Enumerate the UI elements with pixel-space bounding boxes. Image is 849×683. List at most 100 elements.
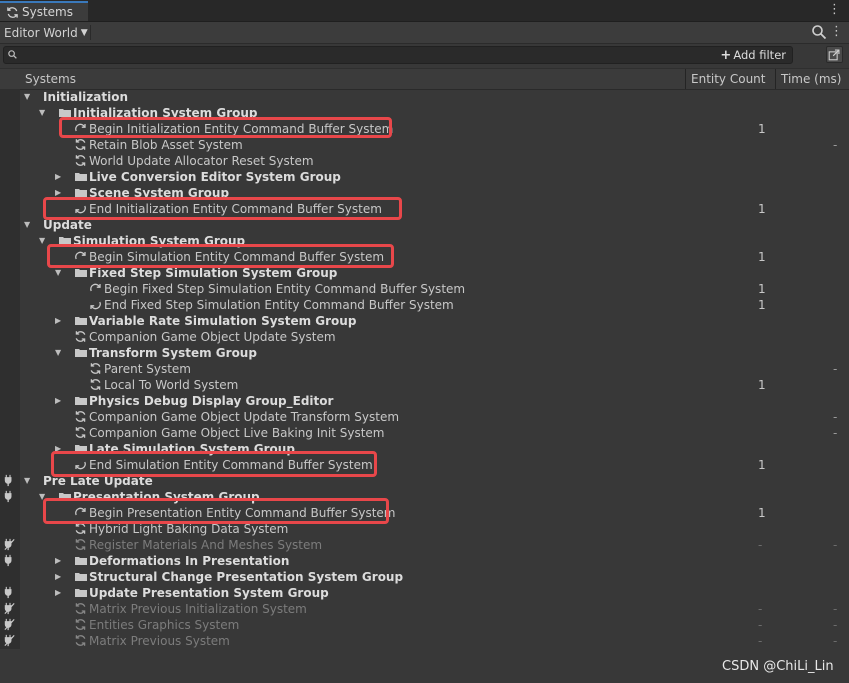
tree-row[interactable]: Local To World System 1 [0,377,849,393]
tree-group-row[interactable]: ▶ Structural Change Presentation System G… [0,569,849,585]
plug-connected-icon[interactable] [4,586,16,599]
expand-arrow-down-icon[interactable]: ▼ [39,108,45,117]
search-icon[interactable] [811,24,827,40]
row-label: Companion Game Object Live Baking Init S… [89,426,385,440]
highlight-annotation-box [47,244,394,268]
expand-arrow-right-icon[interactable]: ▶ [55,572,61,581]
expand-arrow-down-icon[interactable]: ▼ [55,268,61,277]
world-selector-dropdown[interactable]: Editor World ▼ [4,24,88,41]
column-divider[interactable] [685,69,686,89]
tree-group-row[interactable]: ▶ Deformations In Presentation [0,553,849,569]
expand-arrow-right-icon[interactable]: ▶ [55,316,61,325]
tree-row[interactable]: Companion Game Object Live Baking Init S… [0,425,849,441]
folder-icon [75,349,87,357]
tree-row[interactable]: Retain Blob Asset System - [0,137,849,153]
tree-row[interactable]: Companion Game Object Update System [0,329,849,345]
plug-connected-icon[interactable] [4,554,16,567]
tree-group-row[interactable]: ▶ Live Conversion Editor System Group [0,169,849,185]
tree-group-row[interactable]: ▶ Physics Debug Display Group_Editor [0,393,849,409]
column-entity-count[interactable]: Entity Count [691,72,765,86]
entity-count-cell: 1 [758,458,766,472]
plug-connected-icon[interactable] [4,474,16,487]
row-label: Structural Change Presentation System Gr… [89,570,404,584]
expand-arrow-down-icon[interactable]: ▼ [39,236,45,245]
entity-count-cell: 1 [758,122,766,136]
expand-arrow-right-icon[interactable]: ▶ [55,172,61,181]
toolbar-divider [90,25,91,40]
entity-count-cell: 1 [758,202,766,216]
row-label: Matrix Previous Initialization System [89,602,307,616]
row-label: Live Conversion Editor System Group [89,170,341,184]
entity-count-cell: 1 [758,378,766,392]
search-field[interactable]: + Add filter [3,46,793,64]
time-cell: - [833,618,838,632]
plug-disconnected-icon[interactable] [4,538,16,551]
tab-systems[interactable]: Systems [0,1,88,21]
system-cycle-icon [90,379,101,390]
tree-row[interactable]: Matrix Previous Initialization System - - [0,601,849,617]
tree-row[interactable]: Begin Fixed Step Simulation Entity Comma… [0,281,849,297]
highlight-annotation-box [43,498,389,524]
tree-row[interactable]: Matrix Previous System - - [0,633,849,649]
folder-icon [75,269,87,277]
tree-row[interactable]: Register Materials And Meshes System - - [0,537,849,553]
plug-connected-icon[interactable] [4,490,16,503]
column-systems[interactable]: Systems [25,72,76,86]
toolbar-kebab-menu-icon[interactable]: ⋮ [830,25,843,39]
popout-window-button[interactable] [826,46,843,63]
expand-arrow-down-icon[interactable]: ▼ [24,476,30,485]
row-label: Local To World System [104,378,239,392]
expand-arrow-down-icon[interactable]: ▼ [55,348,61,357]
kebab-menu-icon[interactable]: ⋮ [828,3,841,17]
tree-row[interactable]: Companion Game Object Update Transform S… [0,409,849,425]
filter-row: + Add filter [0,44,849,66]
column-header: Systems Entity Count Time (ms) [0,68,849,90]
expand-arrow-right-icon[interactable]: ▶ [55,188,61,197]
expand-arrow-right-icon[interactable]: ▶ [55,556,61,565]
tree-group-row[interactable]: ▶ Variable Rate Simulation System Group [0,313,849,329]
expand-arrow-right-icon[interactable]: ▶ [55,588,61,597]
time-cell: - [833,362,838,376]
row-label: End Fixed Step Simulation Entity Command… [104,298,454,312]
tree-group-row[interactable]: ▼ Initialization [0,89,849,105]
expand-arrow-down-icon[interactable]: ▼ [24,220,30,229]
row-label: Begin Fixed Step Simulation Entity Comma… [104,282,466,296]
plug-disconnected-icon[interactable] [4,634,16,647]
column-time[interactable]: Time (ms) [781,72,842,86]
row-label: Hybrid Light Baking Data System [89,522,289,536]
system-cycle-icon [75,539,86,550]
folder-icon [75,557,87,565]
entity-count-cell: - [758,538,763,552]
column-divider[interactable] [775,69,776,89]
system-cycle-icon [75,427,86,438]
row-label: Retain Blob Asset System [89,138,243,152]
folder-icon [75,573,87,581]
chevron-down-icon: ▼ [80,27,88,38]
expand-arrow-right-icon[interactable]: ▶ [55,396,61,405]
tree-group-row[interactable]: ▼ Transform System Group [0,345,849,361]
row-label: World Update Allocator Reset System [89,154,314,168]
row-label: Physics Debug Display Group_Editor [89,394,334,408]
row-label: Matrix Previous System [89,634,230,648]
search-input[interactable] [20,47,740,63]
entity-count-cell: - [758,602,763,616]
add-filter-button[interactable]: + Add filter [716,47,790,63]
open-window-icon [828,49,840,61]
world-selector-label: Editor World [4,25,78,40]
tree-group-row[interactable]: ▶ Update Presentation System Group [0,585,849,601]
system-cycle-icon [75,619,86,630]
folder-icon [75,317,87,325]
tree-row[interactable]: End Fixed Step Simulation Entity Command… [0,297,849,313]
tree-row[interactable]: Entities Graphics System - - [0,617,849,633]
time-cell: - [833,426,838,440]
plus-icon: + [720,47,732,63]
tree-row[interactable]: Parent System - [0,361,849,377]
entity-count-cell: - [758,618,763,632]
entity-count-cell: 1 [758,506,766,520]
tree-row[interactable]: World Update Allocator Reset System [0,153,849,169]
refresh-cycle-icon [7,6,18,18]
plug-disconnected-icon[interactable] [4,618,16,631]
plug-disconnected-icon[interactable] [4,602,16,615]
time-cell: - [833,538,838,552]
expand-arrow-down-icon[interactable]: ▼ [24,92,30,101]
